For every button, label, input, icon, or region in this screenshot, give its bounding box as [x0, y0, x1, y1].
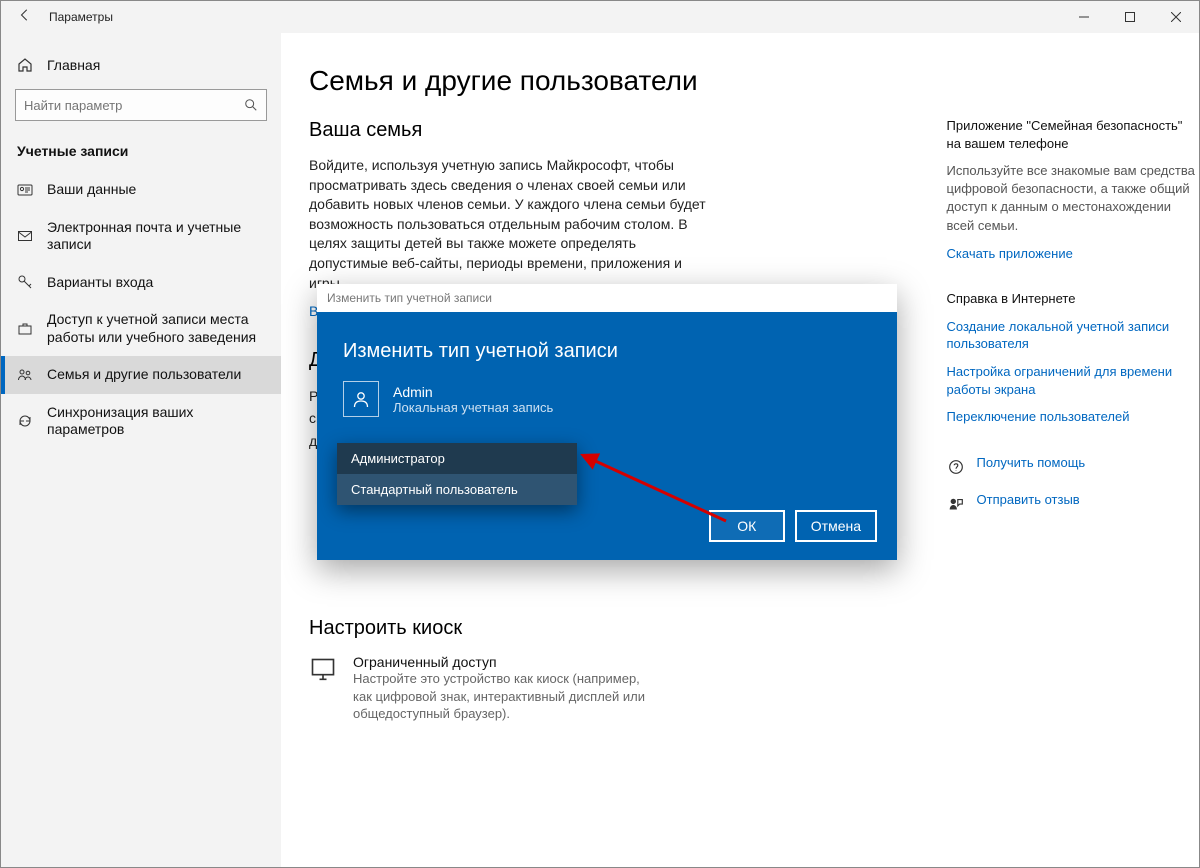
- page-title: Семья и другие пользователи: [309, 65, 931, 97]
- help-icon: [947, 458, 965, 476]
- sidebar-item-family[interactable]: Семья и другие пользователи: [1, 356, 281, 394]
- window-titlebar: Параметры: [1, 1, 1199, 33]
- sidebar-item-label: Электронная почта и учетные записи: [47, 219, 265, 254]
- monitor-icon: [309, 656, 337, 684]
- right-app-desc: Используйте все знакомые вам средства ци…: [947, 162, 1199, 235]
- right-sidebar: Приложение "Семейная безопасность" на ва…: [947, 65, 1199, 867]
- people-icon: [17, 367, 33, 383]
- sidebar: Главная Учетные записи Ваши данные Элект…: [1, 33, 281, 867]
- back-button[interactable]: [1, 8, 49, 27]
- minimize-button[interactable]: [1061, 1, 1107, 33]
- sidebar-item-your-info[interactable]: Ваши данные: [1, 171, 281, 209]
- section-family-desc: Войдите, используя учетную запись Майкро…: [309, 156, 709, 293]
- sidebar-item-label: Варианты входа: [47, 274, 153, 292]
- dropdown-option-standard[interactable]: Стандартный пользователь: [337, 474, 577, 505]
- sidebar-home[interactable]: Главная: [1, 51, 281, 81]
- dialog-heading: Изменить тип учетной записи: [343, 340, 871, 363]
- search-icon: [244, 98, 258, 112]
- kiosk-item-desc: Настройте это устройство как киоск (напр…: [353, 670, 653, 723]
- cancel-button[interactable]: Отмена: [795, 510, 877, 542]
- sync-icon: [17, 413, 33, 429]
- key-icon: [17, 274, 33, 290]
- section-kiosk-title: Настроить киоск: [309, 617, 931, 640]
- sidebar-item-email[interactable]: Электронная почта и учетные записи: [1, 209, 281, 264]
- dropdown-option-admin[interactable]: Администратор: [337, 443, 577, 474]
- mail-icon: [17, 228, 33, 244]
- kiosk-item[interactable]: Ограниченный доступ Настройте это устрой…: [309, 654, 931, 723]
- section-family-title: Ваша семья: [309, 119, 931, 142]
- right-app-heading: Приложение "Семейная безопасность" на ва…: [947, 117, 1199, 152]
- sidebar-item-label: Семья и другие пользователи: [47, 366, 241, 384]
- search-input[interactable]: [24, 98, 224, 113]
- briefcase-icon: [17, 321, 33, 337]
- dialog-user-row: Admin Локальная учетная запись: [343, 381, 871, 417]
- dialog-titlebar: Изменить тип учетной записи: [317, 284, 897, 312]
- feedback-link[interactable]: Отправить отзыв: [947, 491, 1199, 519]
- download-app-link[interactable]: Скачать приложение: [947, 245, 1199, 263]
- person-card-icon: [17, 182, 33, 198]
- sidebar-home-label: Главная: [47, 57, 100, 73]
- help-link-switch-users[interactable]: Переключение пользователей: [947, 408, 1199, 426]
- change-account-type-dialog: Изменить тип учетной записи Изменить тип…: [317, 284, 897, 560]
- dialog-user-name: Admin: [393, 384, 553, 400]
- sidebar-item-sync[interactable]: Синхронизация ваших параметров: [1, 394, 281, 449]
- sidebar-item-work[interactable]: Доступ к учетной записи места работы или…: [1, 301, 281, 356]
- dialog-user-type: Локальная учетная запись: [393, 400, 553, 415]
- sidebar-item-label: Синхронизация ваших параметров: [47, 404, 265, 439]
- avatar-icon: [343, 381, 379, 417]
- close-button[interactable]: [1153, 1, 1199, 33]
- sidebar-item-label: Ваши данные: [47, 181, 136, 199]
- get-help-link[interactable]: Получить помощь: [947, 454, 1199, 482]
- sidebar-item-label: Доступ к учетной записи места работы или…: [47, 311, 265, 346]
- window-title: Параметры: [49, 10, 113, 24]
- maximize-button[interactable]: [1107, 1, 1153, 33]
- help-link-local-account[interactable]: Создание локальной учетной записи пользо…: [947, 318, 1199, 353]
- search-box[interactable]: [15, 89, 267, 121]
- home-icon: [17, 57, 33, 73]
- account-type-dropdown[interactable]: Администратор Стандартный пользователь: [337, 443, 577, 505]
- sidebar-item-signin[interactable]: Варианты входа: [1, 264, 281, 302]
- sidebar-category: Учетные записи: [1, 139, 281, 171]
- ok-button[interactable]: ОК: [709, 510, 785, 542]
- kiosk-item-title: Ограниченный доступ: [353, 654, 653, 670]
- right-help-heading: Справка в Интернете: [947, 290, 1199, 308]
- help-link-screen-time[interactable]: Настройка ограничений для времени работы…: [947, 363, 1199, 398]
- feedback-icon: [947, 496, 965, 514]
